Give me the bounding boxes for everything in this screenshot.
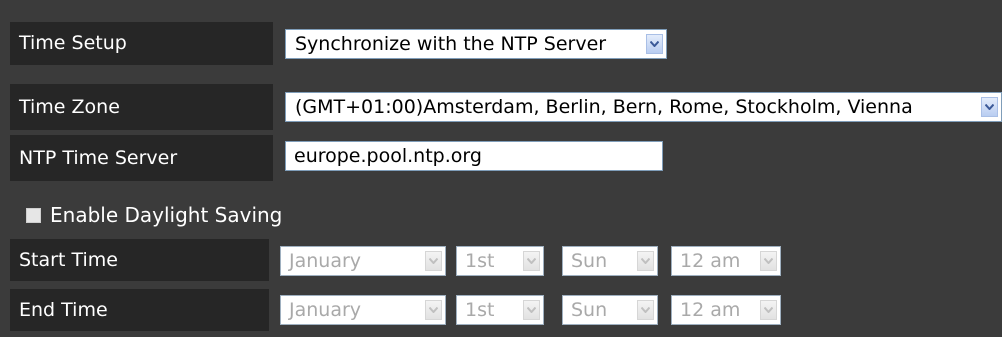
start-weekday-value: Sun <box>571 250 608 272</box>
ntp-server-label: NTP Time Server <box>10 135 273 181</box>
end-month-value: January <box>289 299 362 321</box>
chevron-down-icon[interactable] <box>760 251 777 271</box>
end-hour-select[interactable]: 12 am <box>671 295 781 325</box>
chevron-down-icon[interactable] <box>523 251 540 271</box>
start-day-select[interactable]: 1st <box>456 246 544 276</box>
chevron-down-icon[interactable] <box>760 300 777 320</box>
start-hour-select[interactable]: 12 am <box>671 246 781 276</box>
chevron-down-icon[interactable] <box>523 300 540 320</box>
start-month-value: January <box>289 250 362 272</box>
daylight-saving-label: Enable Daylight Saving <box>50 203 283 227</box>
start-hour-value: 12 am <box>680 250 741 272</box>
time-zone-value: (GMT+01:00)Amsterdam, Berlin, Bern, Rome… <box>295 96 913 118</box>
end-hour-value: 12 am <box>680 299 741 321</box>
end-weekday-select[interactable]: Sun <box>562 295 658 325</box>
chevron-down-icon[interactable] <box>425 300 442 320</box>
daylight-saving-checkbox[interactable] <box>26 207 41 223</box>
end-day-select[interactable]: 1st <box>456 295 544 325</box>
chevron-down-icon[interactable] <box>981 97 998 117</box>
time-settings-panel: Time Setup Synchronize with the NTP Serv… <box>0 0 1002 337</box>
chevron-down-icon[interactable] <box>646 34 663 54</box>
chevron-down-icon[interactable] <box>637 251 654 271</box>
time-setup-value: Synchronize with the NTP Server <box>295 33 607 55</box>
time-zone-select[interactable]: (GMT+01:00)Amsterdam, Berlin, Bern, Rome… <box>285 92 1002 122</box>
time-zone-label: Time Zone <box>10 84 273 130</box>
chevron-down-icon[interactable] <box>425 251 442 271</box>
start-weekday-select[interactable]: Sun <box>562 246 658 276</box>
chevron-down-icon[interactable] <box>637 300 654 320</box>
end-weekday-value: Sun <box>571 299 608 321</box>
daylight-saving-row: Enable Daylight Saving <box>26 203 282 227</box>
end-time-label: End Time <box>10 289 269 331</box>
start-month-select[interactable]: January <box>280 246 446 276</box>
start-time-label: Start Time <box>10 239 269 281</box>
start-day-value: 1st <box>465 250 495 272</box>
time-setup-label: Time Setup <box>10 22 273 65</box>
ntp-server-input[interactable]: europe.pool.ntp.org <box>285 141 663 171</box>
time-setup-select[interactable]: Synchronize with the NTP Server <box>285 29 667 59</box>
end-day-value: 1st <box>465 299 495 321</box>
end-month-select[interactable]: January <box>280 295 446 325</box>
